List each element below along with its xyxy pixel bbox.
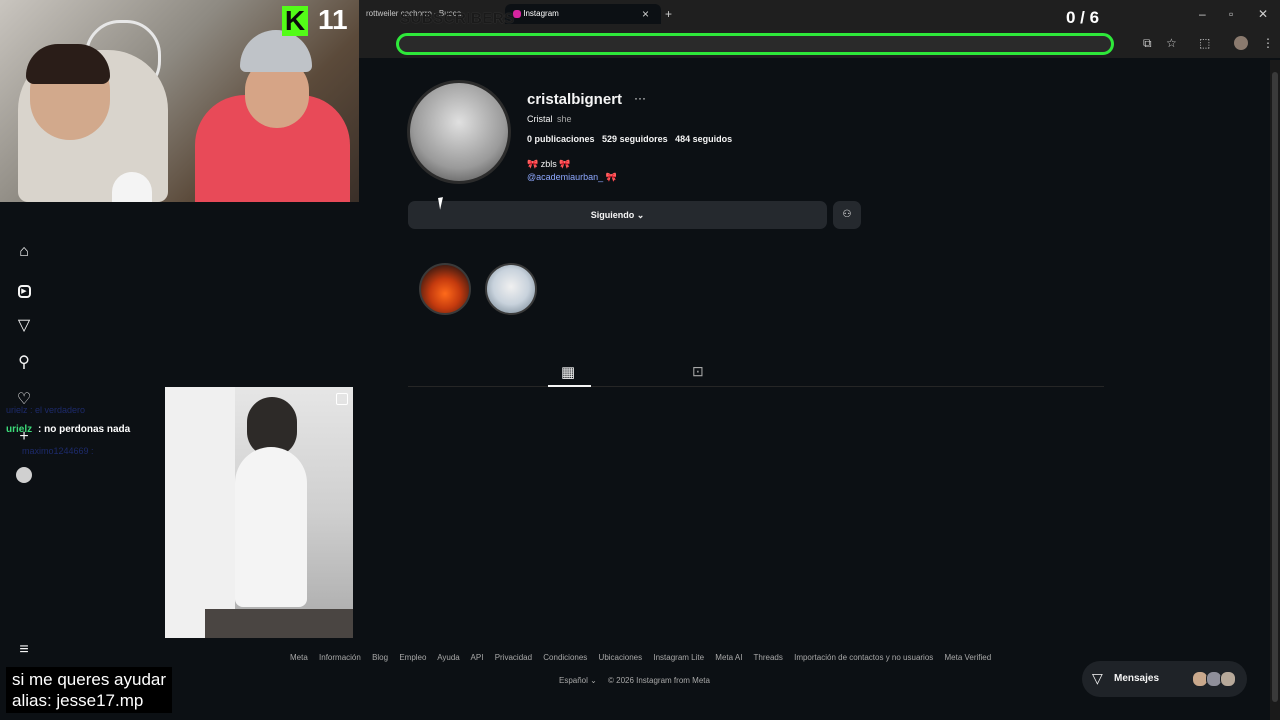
profile-avatar-icon[interactable] [1234,36,1248,50]
profile-bio: 🎀 zbls 🎀 [527,159,571,169]
profile-username: cristalbignert [527,91,623,108]
extensions-icon[interactable]: ⬚ [1199,36,1210,50]
chat-username: urielz [6,424,33,435]
donation-overlay: si me queres ayudar alias: jesse17.mp [6,667,173,713]
footer-links: Meta Información Blog Empleo Ayuda API P… [290,653,1000,662]
install-app-icon[interactable]: ⧉ [1143,36,1152,50]
footer-link[interactable]: Meta [290,653,308,662]
chat-username: urielz [6,405,28,415]
chat-username: maximo1244669 [22,446,89,456]
chat-text: : [88,446,94,456]
footer-link[interactable]: Empleo [399,653,426,662]
footer-link[interactable]: Blog [372,653,388,662]
mouse-cursor [438,196,450,210]
footer-link[interactable]: API [471,653,484,662]
copyright: © 2026 Instagram from Meta [608,676,710,685]
donation-line: alias: jesse17.mp [12,691,144,710]
chat-text: el verdadero [35,405,86,415]
footer-link[interactable]: Ayuda [437,653,460,662]
minimize-icon[interactable]: – [1199,7,1206,21]
post-thumbnail[interactable] [165,387,353,638]
avatar [1220,671,1236,687]
new-tab-icon[interactable]: + [665,7,672,21]
chat-message-faded: maximo1244669 : [22,446,94,456]
profile-bio-link[interactable]: @academiaurban_ 🎀 [527,172,617,183]
footer-link[interactable]: Meta AI [715,653,742,662]
close-tab-icon[interactable]: × [642,7,649,21]
address-bar[interactable] [396,33,1114,55]
footer-link[interactable]: Meta Verified [945,653,992,662]
donation-line: si me queres ayudar [12,670,167,689]
subscriber-goal: 0 / 6 [1066,8,1100,27]
tagged-icon[interactable]: ⊡ [692,363,704,380]
menu-dots-icon[interactable]: ⋮ [1262,36,1274,50]
footer-link[interactable]: Privacidad [495,653,532,662]
posts-count: 0 publicaciones [527,134,595,144]
footer-link[interactable]: Instagram Lite [653,653,704,662]
more-options-icon[interactable]: ··· [634,91,646,105]
window-close-icon[interactable]: ✕ [1258,7,1268,21]
highlight-sunset[interactable] [419,263,471,315]
profile-full-name: Cristal [527,114,553,124]
chat-text: : no perdonas nada [38,424,131,435]
footer-link[interactable]: Threads [754,653,783,662]
home-icon[interactable]: ⌂ [14,242,34,262]
post-person-dress [235,447,307,607]
tab-instagram[interactable]: Instagram [505,4,661,24]
profile-pronoun: she [557,114,572,124]
send-icon: ▽ [1092,670,1103,686]
tabs-divider [408,386,1104,387]
kick-viewer-count: 11 [318,4,348,35]
menu-icon[interactable]: ≡ [14,640,34,660]
kick-logo: K [282,6,308,36]
active-tab-indicator [548,385,591,387]
explore-icon[interactable]: ▽ [14,316,34,336]
post-sink [205,609,353,638]
maximize-icon[interactable]: ▫ [1229,7,1233,21]
post-door [165,387,235,638]
subscribers-label: SUBSCRIBERS [400,10,515,27]
add-person-icon[interactable]: ⚇ [833,201,861,229]
highlight-mirror[interactable] [485,263,537,315]
followers-count[interactable]: 529 seguidores [602,134,668,144]
footer-link[interactable]: Información [319,653,361,662]
grid-icon[interactable]: ▦ [561,363,575,381]
profile-avatar[interactable] [407,80,511,184]
chat-message-faded: urielz : el verdadero [6,405,86,415]
profile-icon[interactable] [16,467,32,483]
reels-icon[interactable]: ▶ [14,279,34,299]
footer-link[interactable]: Ubicaciones [599,653,643,662]
following-button[interactable]: Siguiendo ⌄ [408,201,827,229]
following-count[interactable]: 484 seguidos [675,134,732,144]
tab-label: Instagram [523,9,559,18]
footer-link[interactable]: Importación de contactos y no usuarios [794,653,933,662]
star-icon[interactable]: ☆ [1166,36,1177,50]
language-select[interactable]: Español ⌄ [559,676,597,685]
footer-link[interactable]: Condiciones [543,653,587,662]
multi-photo-icon [336,393,348,405]
streamer-hair [26,44,110,84]
search-icon[interactable]: ⚲ [14,353,34,373]
profile-stats: 0 publicaciones 529 seguidores 484 segui… [527,134,732,144]
messages-label: Mensajes [1114,673,1160,684]
guest-cap [240,30,312,72]
scrollbar-thumb[interactable] [1272,72,1278,702]
